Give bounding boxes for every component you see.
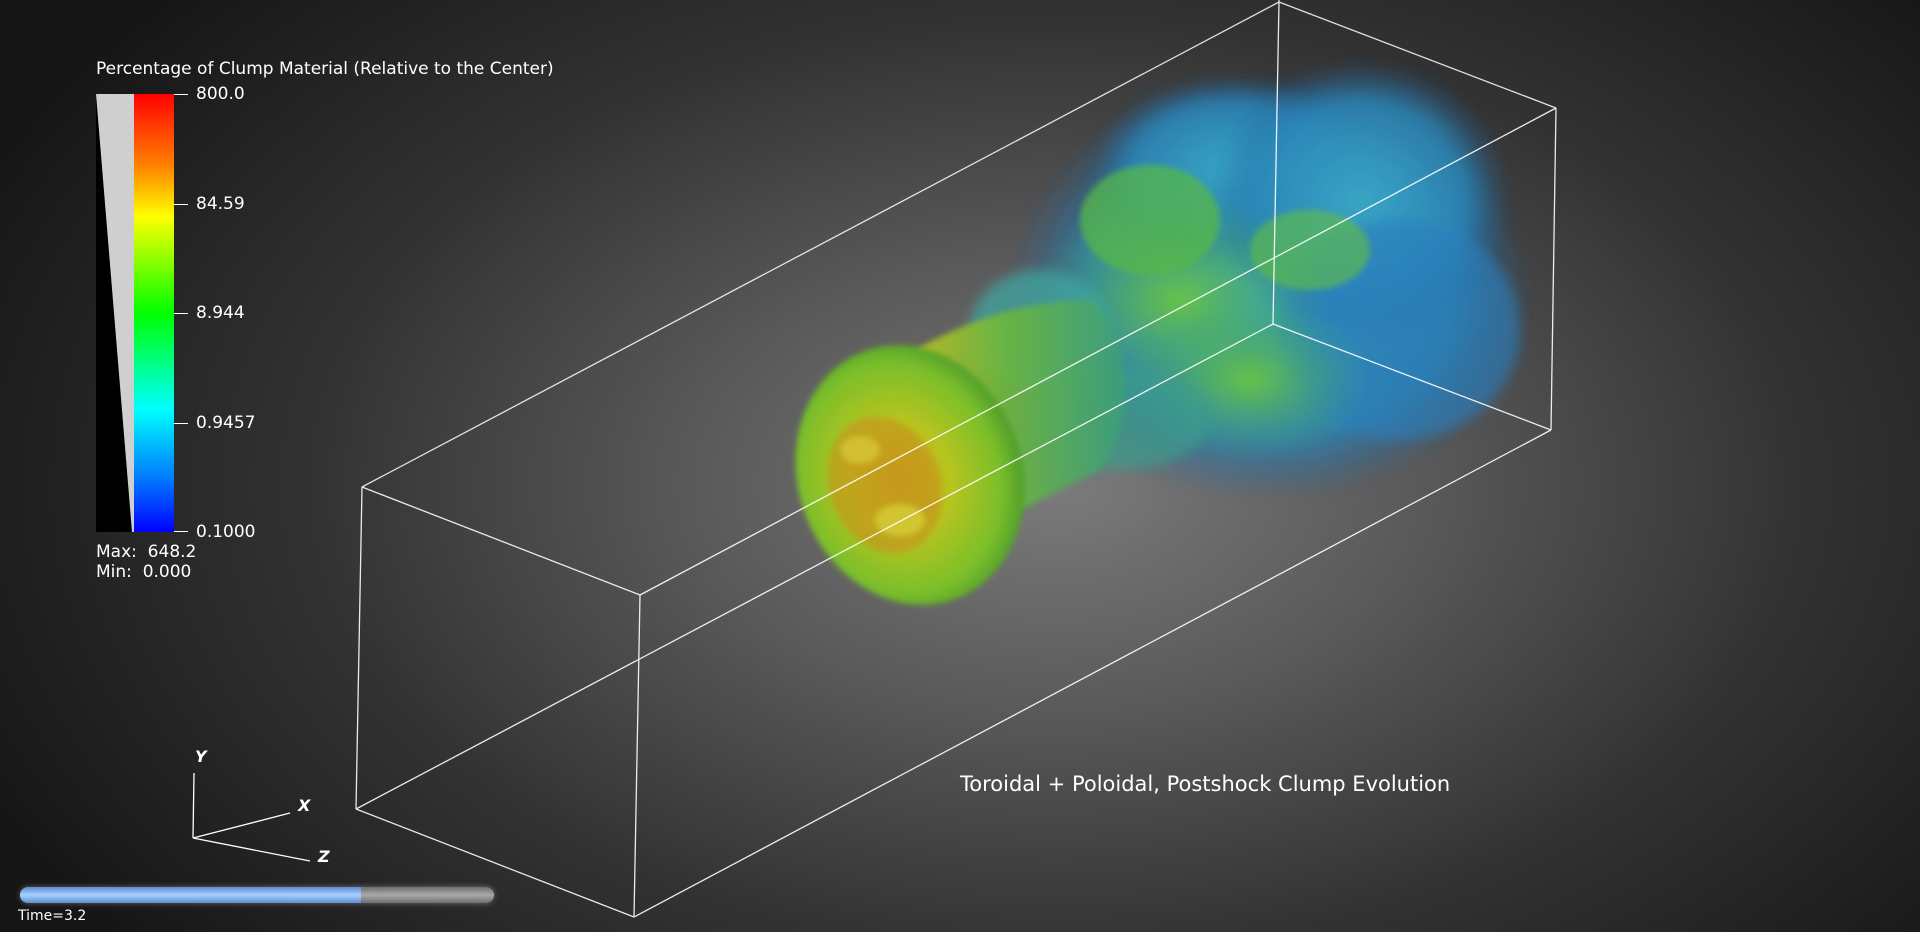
z-axis-label: Z [318, 847, 330, 866]
colorbar-tick-mark [174, 94, 188, 95]
time-label: Time=3.2 [18, 908, 87, 924]
colorbar-tick-label: 84.59 [196, 193, 245, 214]
z-axis-line [192, 837, 311, 862]
colorbar-tick-label: 0.9457 [196, 412, 256, 433]
x-axis-line [192, 812, 291, 839]
colorbar-tick-mark [174, 313, 188, 314]
colormap-gradient [134, 94, 174, 532]
y-axis-label: Y [195, 747, 207, 766]
colorbar-tick-mark [174, 422, 188, 424]
colorbar-tick-label: 800.0 [196, 84, 245, 104]
x-axis-label: X [298, 796, 311, 815]
colorbar-tick-label: 8.944 [196, 303, 245, 323]
colorbar-title: Percentage of Clump Material (Relative t… [96, 59, 554, 79]
colorbar-min: Min: 0.000 [96, 562, 192, 582]
time-slider-fill[interactable] [20, 887, 362, 903]
colorbar [96, 94, 174, 532]
colorbar-tick-mark [174, 531, 188, 532]
y-axis-line [192, 772, 195, 839]
time-slider[interactable] [20, 887, 494, 903]
render-viewport[interactable]: Percentage of Clump Material (Relative t… [0, 0, 1920, 932]
colorbar-tick-label: 0.1000 [196, 522, 256, 542]
orientation-axes [192, 772, 311, 862]
colorbar-max: Max: 648.2 [96, 542, 197, 562]
scene-caption: Toroidal + Poloidal, Postshock Clump Evo… [960, 772, 1451, 796]
colorbar-tick-mark [174, 203, 188, 205]
